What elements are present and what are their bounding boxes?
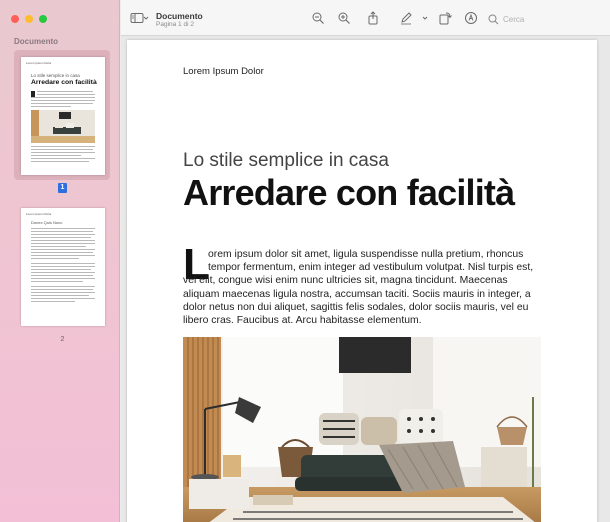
- thumb-header: Lorem Ipsum Dolor: [26, 212, 52, 216]
- body-line: libero cras. Faucibus at. Arcu habitasse…: [183, 315, 422, 327]
- article-title: Arredare con facilità: [183, 172, 515, 213]
- search-field[interactable]: Cerca: [488, 11, 598, 27]
- article-subtitle: Lo stile semplice in casa: [183, 150, 389, 171]
- thumb-subtitle: Donec Quis Nunc: [31, 220, 63, 225]
- article-body: orem ipsum dolor sit amet, ligula suspen…: [183, 248, 543, 327]
- window-controls: [11, 15, 47, 23]
- body-line: tempor fermentum, enim integer ad vestib…: [208, 262, 534, 274]
- share-icon[interactable]: [366, 11, 380, 25]
- document-page-info: Pagina 1 di 2: [156, 21, 194, 28]
- document-view[interactable]: Lorem Ipsum Dolor Lo stile semplice in c…: [121, 36, 610, 522]
- markup-pen-icon[interactable]: [399, 11, 413, 25]
- rotate-icon[interactable]: [438, 11, 452, 25]
- sidebar-title: Documento: [14, 37, 58, 46]
- body-line: dolor netus non dui aliquet, sagittis fe…: [183, 301, 529, 313]
- toolbar: Documento Pagina 1 di 2 Cerca: [121, 0, 610, 36]
- body-line: orem ipsum dolor sit amet, ligula suspen…: [208, 249, 524, 260]
- zoom-out-icon[interactable]: [311, 11, 325, 25]
- living-room-photo: [183, 337, 541, 522]
- thumb-title: Arredare con facilità: [31, 79, 97, 86]
- sidebar-toggle-icon[interactable]: [130, 11, 144, 25]
- page-number-1[interactable]: 1: [58, 183, 67, 193]
- body-line: aliquam maecenas ligula nostra, accumsan…: [183, 288, 531, 300]
- page-header: Lorem Ipsum Dolor: [183, 66, 264, 77]
- document-title: Documento: [156, 11, 203, 21]
- thumb-header: Lorem Ipsum Dolor: [26, 61, 52, 65]
- page-number-2[interactable]: 2: [58, 336, 67, 343]
- thumb-subtitle: Lo stile semplice in casa: [31, 73, 80, 78]
- chevron-down-icon[interactable]: [143, 11, 149, 25]
- minimize-button[interactable]: [25, 15, 33, 23]
- zoom-in-icon[interactable]: [337, 11, 351, 25]
- search-placeholder: Cerca: [503, 14, 525, 24]
- thumb-photo: [31, 110, 95, 143]
- close-button[interactable]: [11, 15, 19, 23]
- chevron-down-icon[interactable]: [422, 11, 428, 25]
- sidebar: Documento Lorem Ipsum Dolor Lo stile sem…: [0, 0, 120, 522]
- body-line: vel elit, congue wisi enim nunc ultricie…: [183, 275, 508, 287]
- page-thumbnail-2[interactable]: Lorem Ipsum Dolor Donec Quis Nunc: [21, 208, 105, 326]
- fullscreen-button[interactable]: [39, 15, 47, 23]
- search-icon: [488, 14, 499, 24]
- page-thumbnail-1[interactable]: Lorem Ipsum Dolor Lo stile semplice in c…: [21, 57, 105, 175]
- annotate-icon[interactable]: [464, 11, 478, 25]
- document-page: Lorem Ipsum Dolor Lo stile semplice in c…: [127, 40, 597, 522]
- preview-window: Documento Lorem Ipsum Dolor Lo stile sem…: [0, 0, 610, 522]
